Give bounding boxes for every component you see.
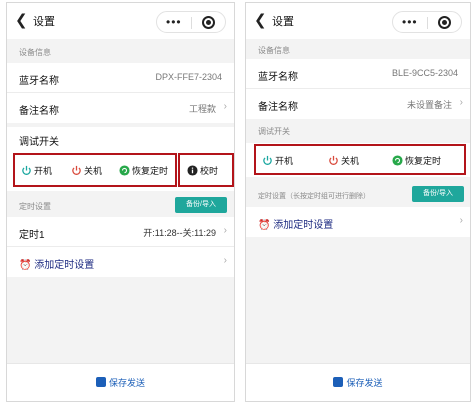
calibrate-time-button[interactable]: 校时: [187, 164, 218, 177]
chevron-right-icon: ›: [459, 97, 463, 108]
alarm-clock-icon: ⏰: [19, 260, 32, 271]
bluetooth-name-label: 蓝牙名称: [258, 72, 298, 83]
phone-screen-right: ❮ 设置 ••• 设备信息 蓝牙名称 BLE-9CC5-2304 备注名称 未设…: [245, 2, 471, 402]
more-icon[interactable]: •••: [402, 15, 418, 29]
save-icon: [333, 377, 344, 387]
power-off-button[interactable]: 关机: [71, 164, 102, 177]
timer-section-title: 定时设置（长按定时组可进行删除）: [258, 193, 370, 200]
refresh-icon: [119, 165, 130, 176]
refresh-icon: [392, 155, 403, 166]
chevron-right-icon: ›: [459, 215, 463, 226]
remark-name-label: 备注名称: [258, 102, 298, 113]
bluetooth-name-row: 蓝牙名称 BLE-9CC5-2304: [246, 59, 470, 89]
bluetooth-name-label: 蓝牙名称: [19, 76, 59, 87]
phone-screen-left: ❮ 设置 ••• 设备信息 蓝牙名称 DPX-FFE7-2304 备注名称 工程…: [6, 2, 235, 402]
more-icon[interactable]: •••: [166, 15, 182, 29]
add-timer-label: 添加定时设置: [34, 260, 95, 271]
remark-name-value: 工程款: [188, 104, 216, 114]
add-timer-row[interactable]: ⏰ 添加定时设置 ›: [246, 207, 470, 237]
save-send-button[interactable]: 保存发送: [246, 376, 470, 389]
add-timer-row[interactable]: ⏰ 添加定时设置 ›: [7, 247, 234, 277]
backup-import-button[interactable]: 备份/导入: [175, 197, 227, 213]
timer-time-range: 开:11:28--关:11:29: [143, 228, 216, 238]
timer-section-title: 定时设置: [19, 202, 51, 211]
debug-switch-title: 调试开关: [19, 137, 59, 148]
mini-program-capsule: •••: [392, 11, 462, 33]
backup-import-button[interactable]: 备份/导入: [412, 186, 464, 202]
chevron-right-icon: ›: [223, 101, 227, 112]
back-icon[interactable]: ❮: [254, 11, 270, 31]
power-off-button[interactable]: 关机: [328, 154, 359, 167]
timer-row[interactable]: 定时1 开:11:28--关:11:29 ›: [7, 217, 234, 247]
bluetooth-name-row: 蓝牙名称 DPX-FFE7-2304: [7, 63, 234, 93]
power-icon: [329, 155, 338, 165]
save-send-button[interactable]: 保存发送: [7, 376, 234, 389]
power-icon: [263, 155, 272, 165]
power-icon: [72, 165, 81, 175]
mini-program-capsule: •••: [156, 11, 226, 33]
timer-list-card: 定时1 开:11:28--关:11:29 › ⏰ 添加定时设置 ›: [7, 217, 234, 277]
page-title: 设置: [272, 16, 294, 28]
device-info-card: 蓝牙名称 DPX-FFE7-2304 备注名称 工程款 ›: [7, 63, 234, 123]
save-send-bar: 保存发送: [7, 363, 234, 401]
chevron-right-icon: ›: [223, 225, 227, 236]
chevron-right-icon: ›: [223, 255, 227, 266]
close-target-icon[interactable]: [438, 16, 451, 29]
timer-list-card: ⏰ 添加定时设置 ›: [246, 207, 470, 237]
save-icon: [95, 377, 106, 387]
power-icon: [22, 165, 31, 175]
remark-name-value: 未设置备注: [406, 100, 452, 110]
nav-bar: ❮ 设置 •••: [7, 3, 234, 39]
device-info-section-title: 设备信息: [19, 48, 51, 57]
bluetooth-name-value: BLE-9CC5-2304: [391, 68, 458, 78]
bluetooth-name-value: DPX-FFE7-2304: [155, 72, 222, 82]
restore-timer-button[interactable]: 恢复定时: [119, 164, 168, 177]
page-title: 设置: [33, 16, 55, 28]
remark-name-row[interactable]: 备注名称 未设置备注 ›: [246, 89, 470, 119]
restore-timer-button[interactable]: 恢复定时: [392, 154, 441, 167]
close-target-icon[interactable]: [202, 16, 215, 29]
alarm-clock-icon: ⏰: [258, 220, 271, 231]
remark-name-row[interactable]: 备注名称 工程款 ›: [7, 93, 234, 123]
back-icon[interactable]: ❮: [15, 11, 31, 31]
info-icon: [187, 165, 198, 176]
timer-name: 定时1: [19, 230, 45, 241]
power-on-button[interactable]: 开机: [21, 164, 52, 177]
remark-name-label: 备注名称: [19, 106, 59, 117]
save-send-bar: 保存发送: [246, 363, 470, 401]
nav-bar: ❮ 设置 •••: [246, 3, 470, 39]
device-info-section-title: 设备信息: [258, 46, 290, 55]
power-on-button[interactable]: 开机: [262, 154, 293, 167]
add-timer-label: 添加定时设置: [273, 220, 334, 231]
debug-switch-section-title: 调试开关: [258, 127, 290, 136]
device-info-card: 蓝牙名称 BLE-9CC5-2304 备注名称 未设置备注 ›: [246, 59, 470, 119]
